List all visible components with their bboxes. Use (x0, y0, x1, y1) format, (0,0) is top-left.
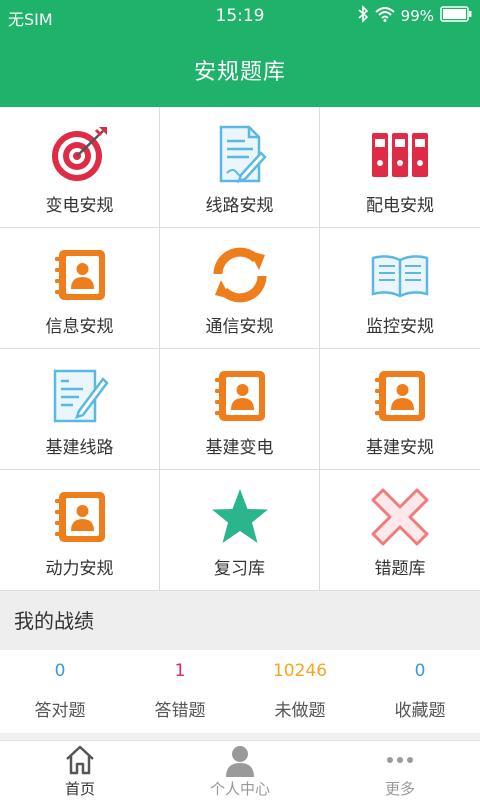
contact-book-icon (49, 244, 111, 306)
tab-more[interactable]: 更多 (320, 741, 480, 800)
bottom-tab-bar: 首页 个人中心 更多 (0, 740, 480, 800)
contact-book-icon (209, 365, 271, 427)
home-icon (63, 743, 97, 777)
category-peidian-anguid[interactable]: 配电安规 (320, 107, 480, 228)
category-label: 通信安规 (205, 317, 274, 337)
stat-wrong[interactable]: 1 答错题 (120, 650, 240, 733)
category-label: 复习库 (214, 559, 265, 579)
status-icons: 99% (357, 5, 472, 27)
battery-percent: 99% (400, 7, 434, 25)
category-review[interactable]: 复习库 (160, 470, 320, 591)
category-jijian-xianlu[interactable]: 基建线路 (0, 349, 160, 470)
stat-correct[interactable]: 0 答对题 (0, 650, 120, 733)
stat-favorites[interactable]: 0 收藏题 (360, 650, 480, 733)
page-title: 安规题库 (193, 59, 286, 85)
notepad-pen-icon (49, 365, 111, 427)
document-pen-icon (209, 123, 271, 185)
stat-label: 收藏题 (394, 701, 446, 721)
category-biandian-anguid[interactable]: 变电安规 (0, 107, 160, 228)
tab-label: 个人中心 (209, 780, 270, 798)
open-book-icon (369, 244, 431, 306)
status-bar: 无SIM 15:19 99% (0, 0, 480, 32)
battery-icon (440, 6, 472, 26)
category-dongli-anguid[interactable]: 动力安规 (0, 470, 160, 591)
stats-row: 0 答对题 1 答错题 10246 未做题 0 收藏题 (0, 650, 480, 733)
stat-value: 0 (414, 661, 426, 681)
category-label: 配电安规 (366, 196, 434, 216)
refresh-icon (209, 244, 271, 306)
tab-home[interactable]: 首页 (0, 741, 160, 800)
stat-label: 答错题 (154, 701, 206, 721)
category-label: 动力安规 (45, 559, 114, 579)
target-icon (49, 123, 111, 185)
contact-book-icon (369, 365, 431, 427)
stat-value: 10246 (272, 661, 328, 681)
category-label: 基建变电 (205, 438, 274, 458)
section-title-my-record: 我的战绩 (0, 592, 480, 650)
category-label: 线路安规 (205, 196, 274, 216)
category-jijian-biandian[interactable]: 基建变电 (160, 349, 320, 470)
wifi-icon (374, 6, 395, 26)
category-label: 监控安规 (366, 317, 434, 337)
category-xianlu-anguid[interactable]: 线路安规 (160, 107, 320, 228)
tab-profile[interactable]: 个人中心 (160, 741, 320, 800)
category-grid: 变电安规 线路安规 配电安规 信息安规 通信安规 监控安规 基建线路 基建变电 … (0, 107, 480, 591)
stat-value: 0 (54, 661, 66, 681)
category-label: 基建线路 (45, 438, 114, 458)
category-tongxin-anguid[interactable]: 通信安规 (160, 228, 320, 349)
category-label: 基建安规 (366, 438, 434, 458)
person-icon (223, 743, 257, 777)
stat-label: 答对题 (34, 701, 86, 721)
category-jijian-anguid[interactable]: 基建安规 (320, 349, 480, 470)
star-icon (209, 486, 271, 548)
stat-label: 未做题 (274, 701, 326, 721)
contact-book-icon (49, 486, 111, 548)
binders-icon (369, 123, 431, 185)
category-xinxi-anguid[interactable]: 信息安规 (0, 228, 160, 349)
bluetooth-icon (357, 5, 369, 27)
category-label: 变电安规 (45, 196, 114, 216)
more-icon (383, 743, 417, 777)
category-wrong-answers[interactable]: 错题库 (320, 470, 480, 591)
category-label: 信息安规 (45, 317, 114, 337)
tab-label: 更多 (384, 780, 415, 798)
category-label: 错题库 (374, 559, 426, 579)
stat-value: 1 (174, 661, 186, 681)
category-jiankong-anguid[interactable]: 监控安规 (320, 228, 480, 349)
cross-icon (369, 486, 431, 548)
tab-label: 首页 (64, 780, 95, 798)
title-bar: 安规题库 (0, 32, 480, 107)
stat-undone[interactable]: 10246 未做题 (240, 650, 360, 733)
